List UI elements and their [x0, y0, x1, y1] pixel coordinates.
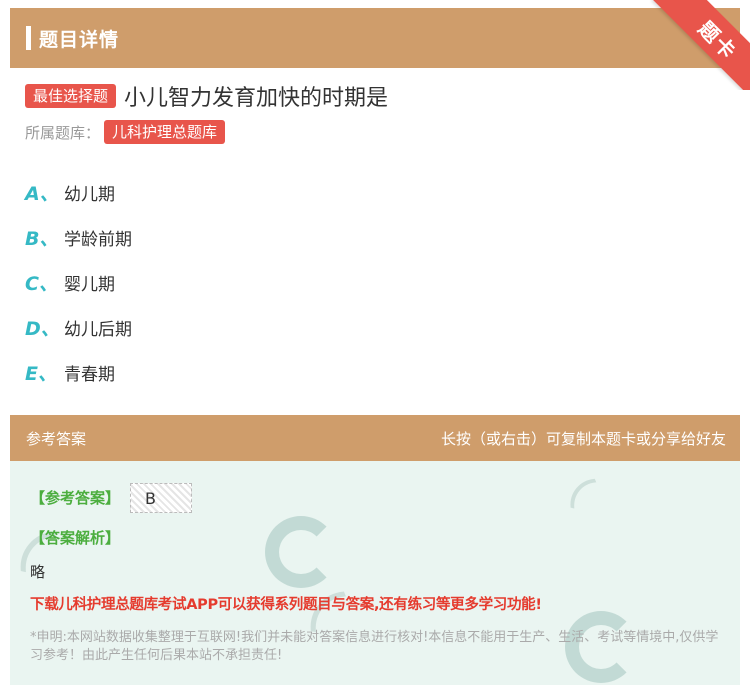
share-hint: 长按（或右击）可复制本题卡或分享给好友 [440, 429, 726, 448]
question-bank-line: 所属题库： 儿科护理总题库 [25, 120, 226, 144]
bank-name-tag[interactable]: 儿科护理总题库 [104, 120, 226, 144]
question-line: 最佳选择题 小儿智力发育加快的时期是 [25, 80, 388, 112]
answer-panel: ⌒ ⌒ ⌒ 【参考答案】 B 【答案解析】 略 下载儿科护理总题库考试APP可以… [10, 461, 740, 685]
option-b[interactable]: B、 学龄前期 [25, 215, 132, 260]
analysis-text: 略 [30, 563, 46, 581]
answer-label: 【参考答案】 [30, 489, 121, 507]
watermark-swirl-icon [265, 516, 337, 588]
option-text: 青春期 [64, 365, 115, 385]
disclaimer-text: *申明:本网站数据收集整理于互联网!我们并未能对答案信息进行核对!本信息不能用于… [30, 630, 719, 663]
option-text: 婴儿期 [64, 275, 115, 295]
download-app-link[interactable]: 下载儿科护理总题库考试APP可以获得系列题目与答案,还有练习等更多学习功能! [30, 593, 542, 614]
option-letter: D、 [25, 318, 60, 340]
question-type-tag: 最佳选择题 [25, 84, 117, 108]
watermark-logo: ⌒ [562, 472, 621, 530]
header-title: 题目详情 [39, 28, 120, 51]
header-accent-bar [26, 26, 31, 50]
analysis-label: 【答案解析】 [30, 529, 121, 547]
corner-ribbon: 题卡 [640, 0, 750, 90]
answer-value: B [130, 483, 192, 513]
detail-header: 题目详情 [10, 8, 740, 68]
option-text: 学龄前期 [64, 230, 132, 250]
option-d[interactable]: D、 幼儿后期 [25, 305, 132, 350]
answer-bar: 参考答案 长按（或右击）可复制本题卡或分享给好友 [10, 415, 740, 461]
option-letter: E、 [25, 363, 57, 385]
option-letter: B、 [25, 228, 59, 250]
option-e[interactable]: E、 青春期 [25, 350, 132, 395]
option-a[interactable]: A、 幼儿期 [25, 170, 132, 215]
option-text: 幼儿期 [64, 185, 115, 205]
option-letter: C、 [25, 273, 58, 295]
corner-badge: 题卡 [652, 0, 750, 90]
option-letter: A、 [25, 183, 59, 205]
question-text: 小儿智力发育加快的时期是 [124, 86, 389, 111]
option-c[interactable]: C、 婴儿期 [25, 260, 132, 305]
option-text: 幼儿后期 [64, 320, 132, 340]
bank-label: 所属题库： [25, 123, 101, 142]
options-list: A、 幼儿期 B、 学龄前期 C、 婴儿期 D、 幼儿后期 E、 青春期 [25, 170, 132, 395]
answer-bar-title: 参考答案 [26, 429, 87, 448]
